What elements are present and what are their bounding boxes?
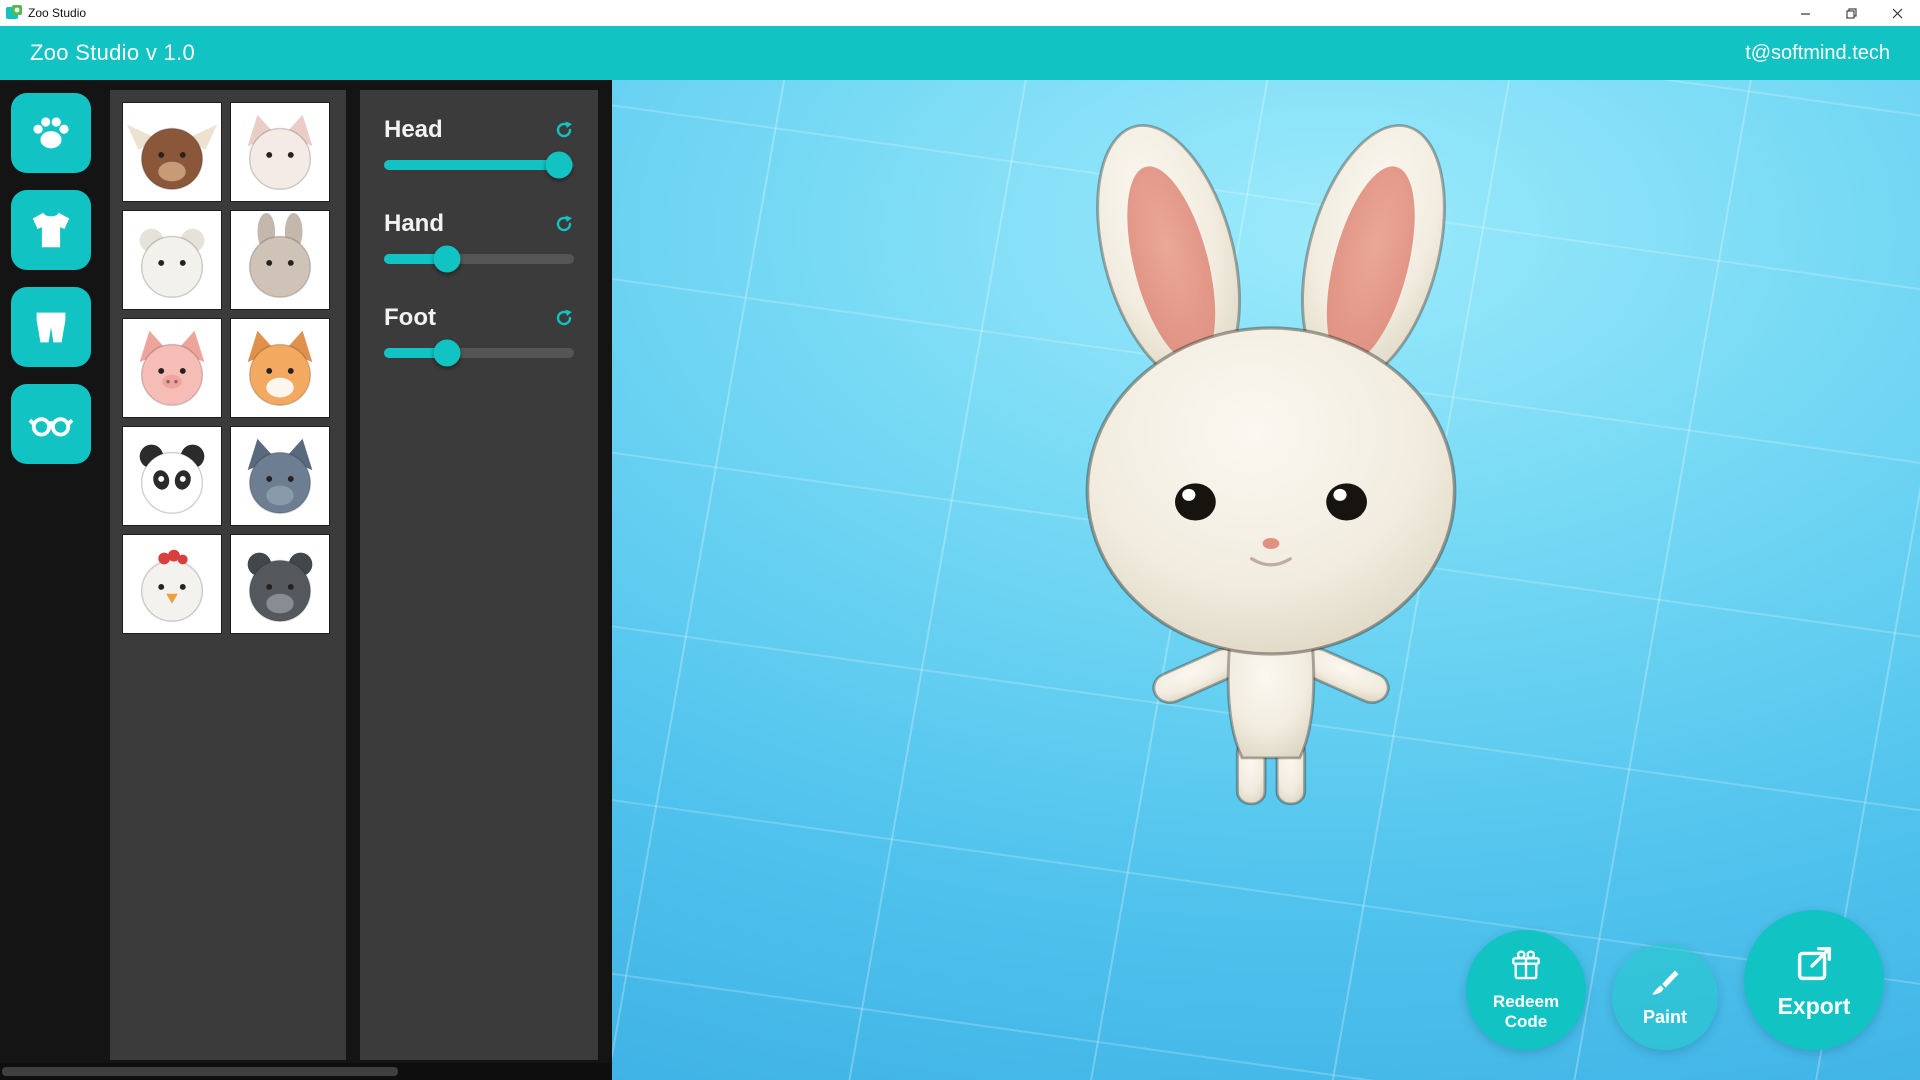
bull-thumbnail [123,103,221,201]
sidebar-item-glasses[interactable] [11,384,91,464]
paint-label: Paint [1643,1007,1687,1028]
head-slider-label: Head [384,116,443,144]
head-slider-row: Head [384,116,574,170]
paint-button[interactable]: Paint [1612,944,1718,1050]
animal-tile-rabbit[interactable] [230,210,330,310]
rabbit-thumbnail [231,211,329,309]
head-slider-track[interactable] [384,160,574,170]
scrollbar-thumb[interactable] [2,1067,398,1076]
viewport-actions: Redeem Code Paint Export [1466,910,1884,1050]
left-panel-zone: Head Hand [0,80,612,1080]
rabbit-head [1087,328,1454,654]
foot-slider-thumb[interactable] [433,340,460,367]
rooster-thumbnail [123,535,221,633]
foot-slider-label: Foot [384,304,436,332]
animal-grid [122,102,334,634]
hand-slider-thumb[interactable] [433,246,460,273]
app-header: Zoo Studio v 1.0 t@softmind.tech [0,26,1920,80]
restore-icon [1846,8,1857,19]
app-icon [6,5,22,21]
animal-panel [110,90,346,1060]
viewport-3d[interactable]: Redeem Code Paint Export [612,80,1920,1080]
animal-tile-panda[interactable] [122,426,222,526]
app-title: Zoo Studio v 1.0 [30,40,195,66]
hand-slider-row: Hand [384,210,574,264]
hand-slider-track[interactable] [384,254,574,264]
minimize-icon [1800,8,1811,19]
foot-slider-row: Foot [384,304,574,358]
minimize-button[interactable] [1782,0,1828,26]
contact-handle: t@softmind.tech [1745,42,1890,65]
close-icon [1892,8,1903,19]
redeem-code-label: Redeem Code [1483,992,1569,1031]
shirt-icon [28,207,74,253]
animal-tile-pig[interactable] [122,318,222,418]
shiba-thumbnail [231,319,329,417]
wolf-thumbnail [231,427,329,525]
sidebar-item-shirts[interactable] [11,190,91,270]
pants-icon [28,304,74,350]
gorilla-thumbnail [231,535,329,633]
export-button[interactable]: Export [1744,910,1884,1050]
tool-sidebar [0,80,102,1080]
gift-icon [1507,948,1545,986]
cat-thumbnail [231,103,329,201]
foot-slider-track[interactable] [384,348,574,358]
sidebar-item-pants[interactable] [11,287,91,367]
horizontal-scrollbar[interactable] [0,1063,612,1080]
polar-bear-thumbnail [123,211,221,309]
animal-tile-cat[interactable] [230,102,330,202]
animal-tile-shiba[interactable] [230,318,330,418]
glasses-icon [28,401,74,447]
animal-tile-rooster[interactable] [122,534,222,634]
os-titlebar: Zoo Studio [0,0,1920,26]
randomize-icon[interactable] [554,120,574,140]
hand-slider-label: Hand [384,210,444,238]
paw-icon [28,110,74,156]
animal-tile-gorilla[interactable] [230,534,330,634]
panda-thumbnail [123,427,221,525]
head-slider-thumb[interactable] [545,152,572,179]
part-sliders-panel: Head Hand [360,90,598,1060]
randomize-icon[interactable] [554,308,574,328]
paint-brush-icon [1648,967,1682,1001]
pig-thumbnail [123,319,221,417]
randomize-icon[interactable] [554,214,574,234]
export-icon [1791,941,1837,987]
sidebar-item-animals[interactable] [11,93,91,173]
animal-tile-bull[interactable] [122,102,222,202]
app-window: Zoo Studio Zoo Studio v 1.0 t@softmind.t… [0,0,1920,1080]
redeem-code-button[interactable]: Redeem Code [1466,930,1586,1050]
close-button[interactable] [1874,0,1920,26]
animal-tile-polar-bear[interactable] [122,210,222,310]
export-label: Export [1778,993,1851,1019]
animal-tile-wolf[interactable] [230,426,330,526]
character-rabbit [1031,106,1511,806]
restore-button[interactable] [1828,0,1874,26]
window-title: Zoo Studio [28,6,86,20]
main-content: Head Hand [0,80,1920,1080]
